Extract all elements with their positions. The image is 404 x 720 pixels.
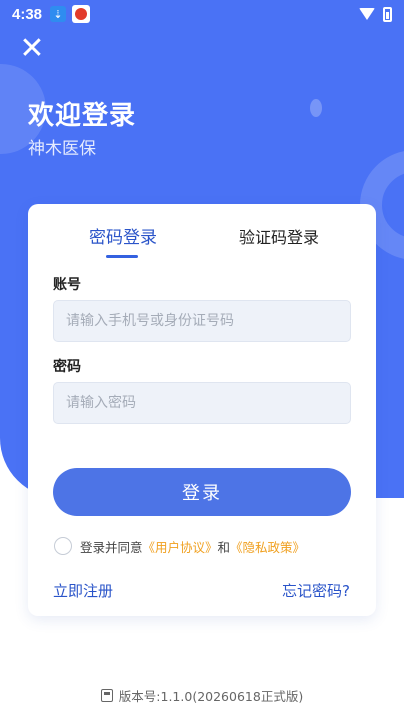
download-icon: ⇣ (50, 6, 67, 22)
agreement-prefix: 登录并同意 (80, 539, 143, 555)
agreement-conjunction: 和 (217, 539, 231, 555)
wifi-icon (359, 8, 375, 20)
user-agreement-link[interactable]: 《用户协议》 (143, 537, 218, 556)
forgot-password-link[interactable]: 忘记密码? (282, 580, 350, 601)
agreement-row: 登录并同意 《用户协议》 和 《隐私政策》 (54, 536, 305, 556)
login-card: 密码登录 验证码登录 账号 密码 登录 登录并同意 《用户协议》 和 《隐私政策… (28, 204, 376, 616)
close-icon[interactable]: ✕ (18, 34, 46, 64)
battery-icon (383, 6, 392, 22)
status-bar: 4:38 ⇣ (0, 0, 404, 28)
version-info: 版本号:1.1.0(20260618正式版) (0, 686, 404, 705)
tab-password-login[interactable]: 密码登录 (68, 224, 178, 258)
page-subtitle: 神木医保 (28, 139, 96, 159)
agreement-checkbox[interactable] (54, 537, 72, 555)
version-text: 版本号:1.1.0(20260618正式版) (118, 689, 304, 704)
account-label: 账号 (53, 277, 81, 293)
status-right (359, 6, 392, 22)
app-notification-icon (72, 5, 91, 23)
password-label: 密码 (53, 359, 81, 375)
login-button[interactable]: 登录 (53, 468, 351, 516)
status-time: 4:38 (12, 5, 43, 23)
tab-active-indicator (106, 255, 138, 258)
document-icon (100, 689, 113, 702)
decor-dot (310, 99, 322, 117)
login-tabs: 密码登录 验证码登录 (28, 224, 376, 264)
privacy-policy-link[interactable]: 《隐私政策》 (230, 537, 305, 556)
page-title: 欢迎登录 (28, 101, 137, 131)
tab-code-login[interactable]: 验证码登录 (224, 224, 334, 258)
password-input[interactable] (53, 382, 351, 424)
register-link[interactable]: 立即注册 (53, 580, 113, 601)
account-input[interactable] (53, 300, 351, 342)
